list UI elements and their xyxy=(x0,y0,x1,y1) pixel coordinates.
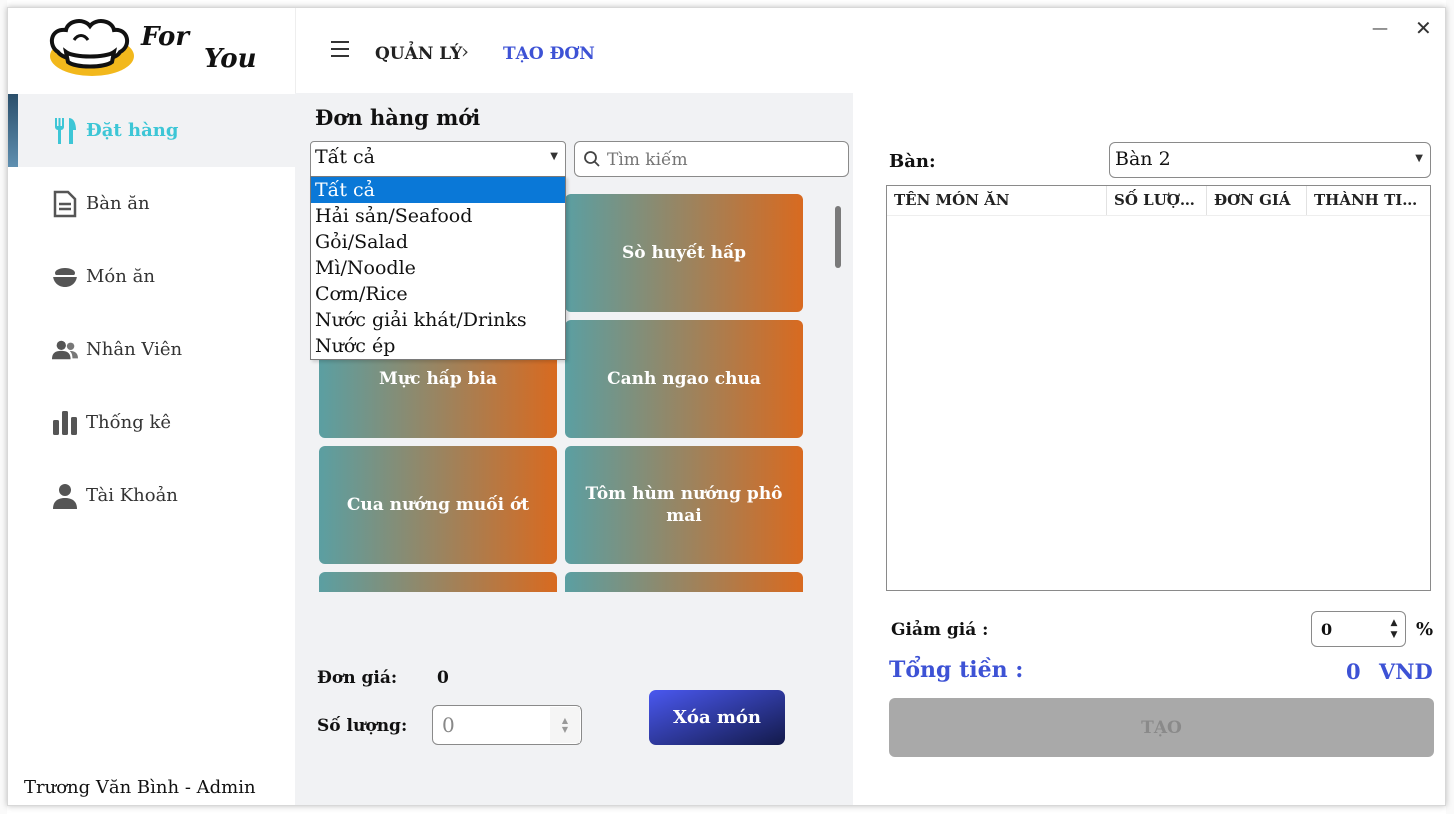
quantity-value: 0 xyxy=(442,713,455,737)
quantity-label: Số lượng: xyxy=(317,716,408,736)
discount-value: 0 xyxy=(1321,620,1333,639)
dish-tile[interactable] xyxy=(319,572,557,592)
delete-dish-button[interactable]: Xóa món xyxy=(649,690,785,745)
discount-stepper[interactable]: 0 ▲ ▼ xyxy=(1311,611,1406,647)
sidebar-item-tai-khoan[interactable]: Tài Khoản xyxy=(8,459,295,532)
category-option[interactable]: Tất cả xyxy=(311,177,565,203)
breadcrumb-current: TẠO ĐƠN xyxy=(503,44,595,64)
logo: For You xyxy=(8,8,295,93)
category-select[interactable]: Tất cả ▼ xyxy=(310,141,566,177)
discount-label: Giảm giá : xyxy=(891,620,989,640)
column-header[interactable]: ĐƠN GIÁ xyxy=(1207,186,1307,215)
table-label: Bàn: xyxy=(889,151,936,172)
dropdown-arrow-icon: ▼ xyxy=(1415,153,1423,164)
minimize-button[interactable]: — xyxy=(1372,18,1388,37)
dish-tile[interactable]: Cua nướng muối ớt xyxy=(319,446,557,564)
total-label: Tổng tiền : xyxy=(889,657,1024,683)
sidebar-item-mon-an[interactable]: Món ăn xyxy=(8,240,295,313)
category-option[interactable]: Nước ép xyxy=(311,333,565,359)
page-title: Đơn hàng mới xyxy=(315,105,481,130)
dish-tile[interactable]: Sò huyết hấp xyxy=(565,194,803,312)
unit-price-value: 0 xyxy=(437,668,449,688)
quantity-stepper[interactable]: 0 ▲ ▼ xyxy=(432,705,582,745)
hamburger-menu-icon[interactable] xyxy=(331,41,349,57)
app-window: For You Đặt hàng Bàn ăn Món ăn Nhân Viên… xyxy=(7,7,1446,806)
sidebar-item-thong-ke[interactable]: Thống kê xyxy=(8,386,295,459)
total-value: 0 xyxy=(1346,659,1361,684)
category-selected-value: Tất cả xyxy=(315,146,375,168)
dropdown-arrow-icon: ▼ xyxy=(550,151,558,162)
category-option[interactable]: Mì/Noodle xyxy=(311,255,565,281)
dish-tile[interactable] xyxy=(565,572,803,592)
column-header[interactable]: THÀNH TIỀN xyxy=(1307,186,1430,215)
dish-tile[interactable]: Tôm hùm nướng phô mai xyxy=(565,446,803,564)
bowl-icon xyxy=(52,263,78,291)
sidebar-item-label: Tài Khoản xyxy=(86,485,178,506)
utensils-icon xyxy=(52,117,78,145)
chevron-right-icon: › xyxy=(461,39,469,63)
current-user-name: Trương Văn Bình - Admin xyxy=(24,777,256,798)
category-option[interactable]: Cơm/Rice xyxy=(311,281,565,307)
header: QUẢN LÝ › TẠO ĐƠN — ✕ xyxy=(295,8,1445,93)
breadcrumb-root[interactable]: QUẢN LÝ xyxy=(375,44,462,64)
bar-chart-icon xyxy=(52,409,78,437)
sidebar-item-label: Thống kê xyxy=(86,412,172,433)
close-button[interactable]: ✕ xyxy=(1415,16,1432,40)
document-icon xyxy=(52,190,78,218)
sidebar-item-nhan-vien[interactable]: Nhân Viên xyxy=(8,313,295,386)
unit-price-label: Đơn giá: xyxy=(317,668,398,688)
category-option[interactable]: Gỏi/Salad xyxy=(311,229,565,255)
dish-tile[interactable]: Canh ngao chua xyxy=(565,320,803,438)
category-option[interactable]: Nước giải khát/Drinks xyxy=(311,307,565,333)
column-header[interactable]: TÊN MÓN ĂN xyxy=(887,186,1107,215)
table-select[interactable]: Bàn 2 ▼ xyxy=(1109,142,1431,178)
spin-arrows-icon[interactable]: ▲ ▼ xyxy=(550,707,580,743)
sidebar-item-label: Bàn ăn xyxy=(86,193,150,214)
order-items-table: TÊN MÓN ĂN SỐ LƯỢNG ĐƠN GIÁ THÀNH TIỀN xyxy=(886,185,1431,591)
discount-unit: % xyxy=(1416,619,1434,640)
logo-text-line2: You xyxy=(204,44,257,74)
users-icon xyxy=(52,336,78,364)
background-window-right xyxy=(1446,0,1454,814)
table-selected-value: Bàn 2 xyxy=(1115,148,1171,170)
create-order-button[interactable]: TẠO xyxy=(889,698,1434,757)
sidebar-item-ban-an[interactable]: Bàn ăn xyxy=(8,167,295,240)
category-option[interactable]: Hải sản/Seafood xyxy=(311,203,565,229)
sidebar-item-label: Nhân Viên xyxy=(86,339,183,360)
table-header: TÊN MÓN ĂN SỐ LƯỢNG ĐƠN GIÁ THÀNH TIỀN xyxy=(887,186,1430,216)
search-box[interactable] xyxy=(574,141,849,177)
category-dropdown-list: Tất cả Hải sản/Seafood Gỏi/Salad Mì/Nood… xyxy=(310,176,566,360)
sidebar: For You Đặt hàng Bàn ăn Món ăn Nhân Viên… xyxy=(8,8,295,805)
background-window-left xyxy=(0,0,7,814)
scrollbar-thumb[interactable] xyxy=(835,206,841,268)
search-input[interactable] xyxy=(607,146,842,174)
spin-arrows-icon[interactable]: ▲ ▼ xyxy=(1387,617,1401,641)
sidebar-item-label: Đặt hàng xyxy=(86,120,179,141)
sidebar-item-dat-hang[interactable]: Đặt hàng xyxy=(8,94,295,167)
sidebar-nav: Đặt hàng Bàn ăn Món ăn Nhân Viên Thống k… xyxy=(8,94,295,532)
sidebar-item-label: Món ăn xyxy=(86,266,155,287)
user-icon xyxy=(52,482,78,510)
chef-hat-icon xyxy=(49,19,134,76)
dish-grid-scrollbar[interactable] xyxy=(828,184,850,592)
column-header[interactable]: SỐ LƯỢNG xyxy=(1107,186,1207,215)
total-unit: VND xyxy=(1379,659,1433,684)
logo-text-line1: For xyxy=(141,22,190,52)
search-icon xyxy=(584,151,600,167)
